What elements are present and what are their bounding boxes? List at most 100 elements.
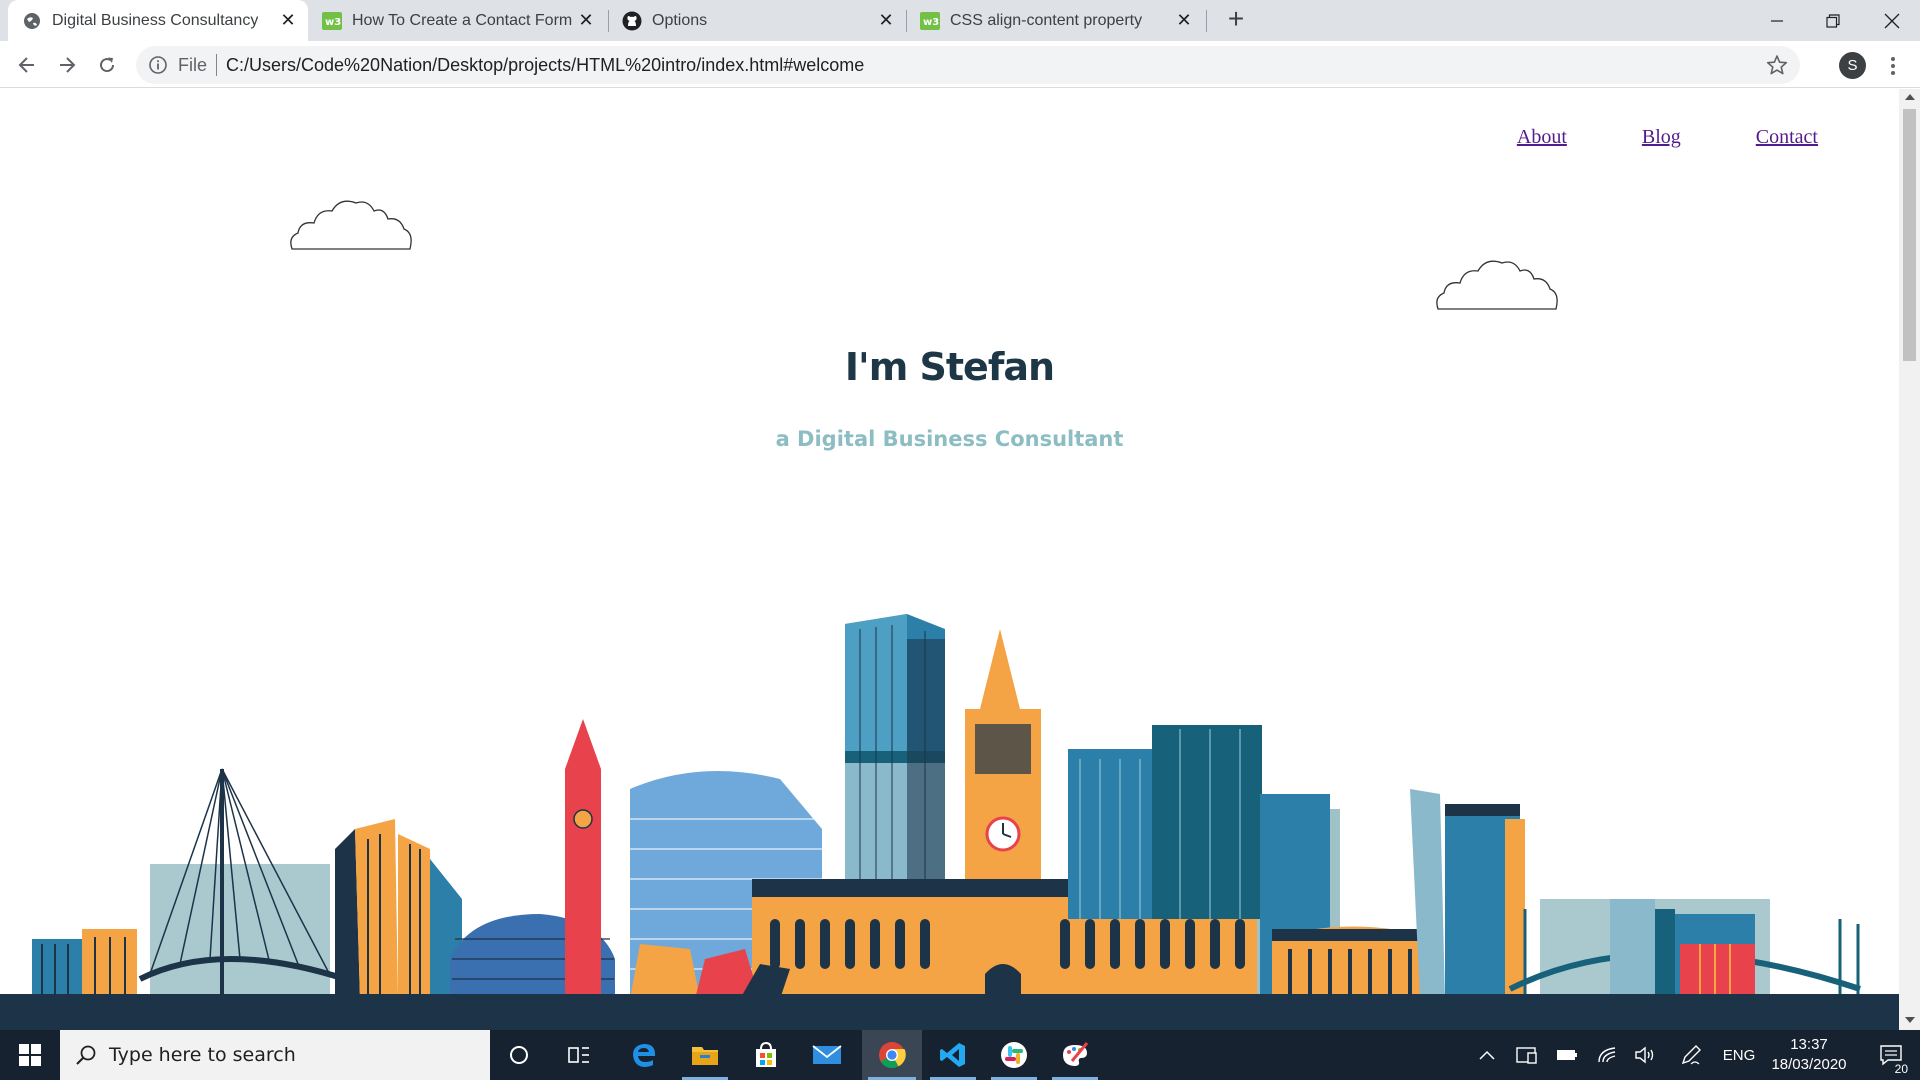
vscode-icon (940, 1043, 965, 1067)
volume-button[interactable] (1630, 1030, 1660, 1080)
scroll-thumb[interactable] (1903, 109, 1916, 361)
notification-count: 20 (1892, 1062, 1910, 1076)
info-icon[interactable] (148, 55, 168, 75)
store-button[interactable] (737, 1030, 795, 1080)
start-button[interactable] (0, 1030, 60, 1080)
clock-button[interactable]: 13:37 18/03/2020 (1764, 1030, 1854, 1080)
mail-icon (812, 1045, 842, 1064)
tab-title: CSS align-content property (950, 11, 1143, 29)
slack-button[interactable] (985, 1030, 1043, 1080)
restore-button[interactable] (1805, 0, 1861, 41)
minimize-icon (1771, 19, 1783, 22)
windows-taskbar: Type here to search ENG 13:37 18/03/2020… (0, 1030, 1920, 1080)
tray-device-button[interactable] (1512, 1030, 1542, 1080)
taskbar-search-box[interactable]: Type here to search (60, 1030, 490, 1080)
city-skyline-illustration (32, 614, 1861, 999)
svg-text:w3: w3 (923, 17, 939, 28)
pen-workspace-button[interactable] (1676, 1030, 1706, 1080)
w3schools-icon: w3 (322, 11, 342, 31)
battery-button[interactable] (1552, 1030, 1582, 1080)
chevron-up-icon (1479, 1050, 1495, 1060)
paint-button[interactable] (1046, 1030, 1104, 1080)
vertical-scrollbar[interactable] (1899, 89, 1920, 1030)
edge-icon (633, 1044, 655, 1067)
tablet-icon (1516, 1047, 1537, 1064)
store-icon (756, 1041, 776, 1067)
vscode-button[interactable] (924, 1030, 982, 1080)
tab-contact-form[interactable]: w3 How To Create a Contact Form w ✕ (308, 0, 606, 41)
forward-arrow-icon (60, 57, 76, 73)
file-explorer-button[interactable] (676, 1030, 734, 1080)
input-language[interactable]: ENG (1718, 1030, 1760, 1080)
network-button[interactable] (1592, 1030, 1622, 1080)
back-arrow-icon (18, 57, 34, 73)
forward-button[interactable] (51, 49, 83, 81)
svg-text:w3: w3 (325, 17, 341, 28)
file-explorer-icon (692, 1047, 718, 1065)
windows-logo-icon (19, 1044, 41, 1066)
clock-time: 13:37 (1790, 1036, 1828, 1053)
omnibox-separator (216, 54, 217, 76)
cloud-illustration (1436, 260, 1558, 310)
slack-icon (1001, 1042, 1027, 1068)
tray-clock: 13:37 18/03/2020 (1771, 1035, 1846, 1075)
reload-icon (100, 57, 115, 73)
github-icon (622, 11, 642, 31)
page-viewport: About Blog Contact I'm Stefan a Digital … (0, 89, 1899, 1030)
nav-link-contact[interactable]: Contact (1756, 126, 1818, 149)
hero-subtitle: a Digital Business Consultant (775, 427, 1124, 451)
site-nav: About Blog Contact (1442, 126, 1818, 149)
battery-icon (1557, 1050, 1577, 1060)
restore-icon (1826, 13, 1840, 28)
tab-title: Options (652, 11, 708, 29)
tab-title: How To Create a Contact Form w (352, 11, 572, 29)
wifi-icon (1598, 1047, 1616, 1063)
browser-toolbar: File C:/Users/Code%20Nation/Desktop/proj… (0, 41, 1920, 88)
close-tab-icon[interactable]: ✕ (876, 10, 896, 30)
hero-title: I'm Stefan (844, 345, 1055, 389)
paint-icon (1063, 1042, 1089, 1066)
scroll-down-arrow-icon[interactable] (1905, 1017, 1915, 1023)
mail-button[interactable] (798, 1030, 856, 1080)
reload-button[interactable] (91, 49, 123, 81)
w3schools-icon: w3 (920, 11, 940, 31)
globe-icon (22, 11, 42, 31)
new-tab-button[interactable]: + (1222, 5, 1250, 34)
scroll-up-arrow-icon[interactable] (1905, 94, 1915, 100)
tab-title: Digital Business Consultancy (52, 11, 259, 29)
bookmark-star-icon[interactable] (1766, 54, 1788, 76)
more-menu-icon[interactable] (1880, 53, 1906, 79)
search-placeholder: Type here to search (109, 1044, 296, 1066)
clock-date: 18/03/2020 (1771, 1056, 1847, 1073)
show-hidden-icons-button[interactable] (1474, 1030, 1500, 1080)
cloud-illustration (290, 200, 412, 250)
edge-button[interactable] (615, 1030, 673, 1080)
tab-separator (1206, 10, 1207, 32)
tab-digital-business-consultancy[interactable]: Digital Business Consultancy ✕ (8, 0, 308, 41)
profile-avatar[interactable]: S (1839, 52, 1866, 79)
address-bar[interactable]: File C:/Users/Code%20Nation/Desktop/proj… (136, 46, 1800, 84)
screen: Digital Business Consultancy ✕ w3 How To… (0, 0, 1920, 1080)
close-tab-icon[interactable]: ✕ (278, 10, 298, 30)
skyline-ground (0, 994, 1899, 1030)
close-window-button[interactable] (1864, 0, 1920, 41)
scheme-label: File (178, 55, 208, 75)
nav-link-blog[interactable]: Blog (1642, 126, 1681, 149)
task-view-icon (568, 1047, 589, 1063)
tab-css-align-content[interactable]: w3 CSS align-content property ✕ (906, 0, 1204, 41)
close-tab-icon[interactable]: ✕ (576, 10, 596, 30)
task-view-button[interactable] (550, 1030, 608, 1080)
chrome-icon (879, 1042, 906, 1069)
cortana-button[interactable] (490, 1030, 548, 1080)
pen-icon (1681, 1045, 1701, 1065)
tab-strip: Digital Business Consultancy ✕ w3 How To… (0, 0, 1920, 41)
nav-link-about[interactable]: About (1517, 126, 1567, 149)
chrome-button[interactable] (862, 1030, 922, 1080)
tab-options[interactable]: Options ✕ (608, 0, 906, 41)
back-button[interactable] (11, 49, 43, 81)
close-tab-icon[interactable]: ✕ (1174, 10, 1194, 30)
action-center-button[interactable]: 20 (1866, 1030, 1916, 1080)
url-text[interactable]: C:/Users/Code%20Nation/Desktop/projects/… (226, 55, 864, 76)
minimize-button[interactable] (1749, 0, 1805, 41)
search-icon (76, 1045, 96, 1065)
